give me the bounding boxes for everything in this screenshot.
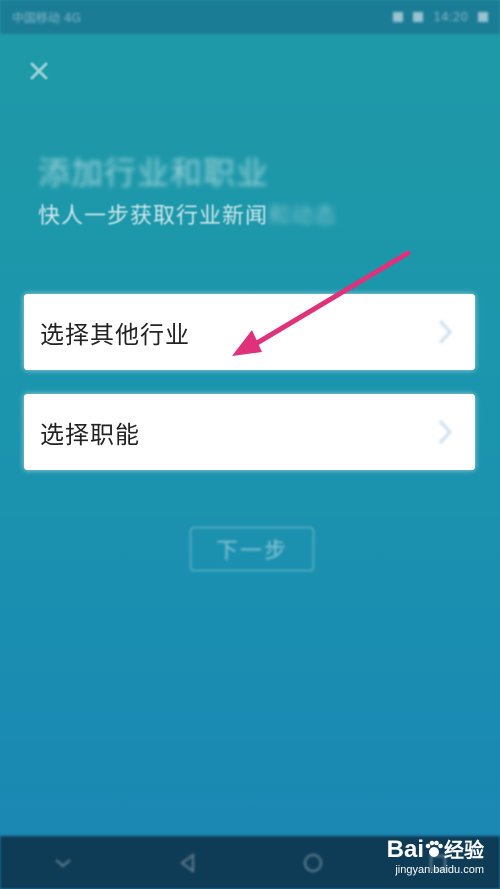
clock-text: 14:20: [433, 10, 468, 24]
wifi-icon: [413, 12, 424, 22]
paw-icon: [425, 840, 443, 857]
subtitle-main: 快人一步获取行业新闻: [38, 204, 269, 229]
status-icons: 14:20: [393, 10, 488, 24]
chevron-right-icon: [438, 319, 453, 345]
baidu-jingyan-watermark: Bai 经验 jingyan.baidu.com: [387, 838, 484, 877]
next-step-button[interactable]: 下一步: [190, 527, 314, 571]
watermark-logo: Bai 经验: [387, 838, 484, 863]
page-subtitle: 快人一步获取行业新闻和动态: [38, 198, 337, 230]
signal-icon: [393, 12, 404, 22]
watermark-logo-text: Bai: [386, 836, 424, 863]
back-icon[interactable]: [177, 852, 199, 874]
menu-icon[interactable]: [52, 852, 74, 874]
watermark-logo-suffix: 经验: [444, 840, 484, 862]
select-industry-row[interactable]: 选择其他行业: [24, 294, 475, 370]
battery-icon: [478, 12, 488, 22]
page-title: 添加行业和职业: [38, 154, 270, 192]
status-bar: 中国移动 4G 14:20: [0, 0, 500, 34]
chevron-right-icon: [438, 419, 453, 445]
watermark-url: jingyan.baidu.com: [395, 864, 484, 876]
subtitle-faded: 和动态: [268, 204, 338, 229]
select-function-label: 选择职能: [40, 420, 140, 449]
home-icon[interactable]: [302, 852, 324, 874]
select-industry-label: 选择其他行业: [40, 320, 190, 349]
close-icon[interactable]: [26, 58, 52, 84]
select-function-row[interactable]: 选择职能: [24, 394, 475, 470]
carrier-text: 中国移动 4G: [12, 10, 81, 25]
